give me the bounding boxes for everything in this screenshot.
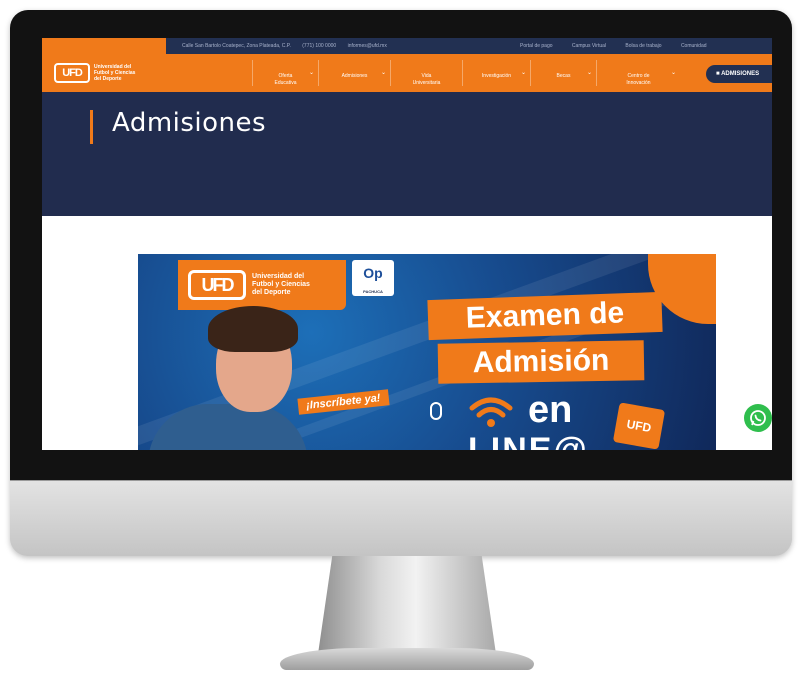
headline-line-4: LINE@: [468, 431, 589, 450]
partner-text: PACHUCA: [363, 289, 383, 294]
contact-info: Calle San Bartolo Coatepec, Zona Platead…: [182, 43, 397, 49]
quick-link-bolsa[interactable]: Bolsa de trabajo: [625, 43, 661, 49]
title-accent-bar: [90, 110, 93, 144]
wifi-icon: [469, 397, 513, 427]
chevron-down-icon: ⌄: [520, 70, 526, 76]
nav-label: Becas: [556, 73, 571, 79]
whatsapp-icon: [750, 410, 766, 426]
nav-label: Vida Universitaria: [412, 73, 441, 86]
headline-line-1: Examen de: [427, 291, 663, 341]
student-photo-hair: [208, 306, 298, 352]
nav-centro-innovacion[interactable]: Centro de Innovación ⌄: [596, 60, 680, 86]
banner-logo-mark: UFD: [188, 270, 246, 300]
nav-label: Investigación: [481, 73, 512, 79]
nav-vida-universitaria[interactable]: Vida Universitaria: [390, 60, 462, 86]
nav-label: Oferta Educativa: [274, 73, 297, 86]
nav-admisiones[interactable]: Admisiones ⌄: [318, 60, 390, 86]
address-text: Calle San Bartolo Coatepec, Zona Platead…: [182, 43, 291, 49]
logo-mark: UFD: [54, 63, 90, 83]
quick-link-pago[interactable]: Portal de pago: [520, 43, 553, 49]
quick-link-comunidad[interactable]: Comunidad: [681, 43, 707, 49]
device-mockup: Calle San Bartolo Coatepec, Zona Platead…: [0, 0, 798, 678]
chevron-down-icon: ⌄: [308, 70, 314, 76]
quick-links: Portal de pago Campus Virtual Bolsa de t…: [520, 43, 725, 49]
topbar-logo-tab: [42, 38, 166, 54]
banner-logo-text: Universidad del Futbol y Ciencias del De…: [252, 273, 310, 296]
chevron-down-icon: ⌄: [670, 70, 676, 76]
admisiones-button[interactable]: ■ ADMISIONES: [706, 65, 772, 83]
chevron-down-icon: ⌄: [586, 70, 592, 76]
contact-bar: Calle San Bartolo Coatepec, Zona Platead…: [42, 38, 772, 54]
email-link[interactable]: informes@ufd.mx: [348, 43, 387, 49]
partner-mark: Op: [363, 265, 383, 281]
site-logo[interactable]: UFD Universidad del Futbol y Ciencias de…: [54, 60, 164, 86]
phone-link[interactable]: (771) 100 0000: [302, 43, 336, 49]
banner-logo: UFD Universidad del Futbol y Ciencias de…: [178, 260, 346, 310]
page-header: Admisiones: [42, 92, 772, 216]
nav-investigacion[interactable]: Investigación ⌄: [462, 60, 530, 86]
banner-card-logo: UFD: [612, 402, 666, 450]
nav-label: Admisiones: [341, 73, 368, 79]
nav-oferta-educativa[interactable]: Oferta Educativa ⌄: [252, 60, 318, 86]
admission-exam-banner[interactable]: UFD Universidad del Futbol y Ciencias de…: [138, 254, 716, 450]
monitor-stand-base: [280, 648, 534, 670]
headline-line-3: en: [528, 389, 573, 431]
whatsapp-chat-button[interactable]: [744, 404, 772, 432]
logo-text: Universidad del Futbol y Ciencias del De…: [94, 64, 136, 82]
main-navigation: UFD Universidad del Futbol y Ciencias de…: [42, 54, 772, 92]
nav-label: Centro de Innovación: [626, 73, 651, 86]
partner-badge: Op PACHUCA: [352, 260, 394, 296]
nav-becas[interactable]: Becas ⌄: [530, 60, 596, 86]
mouse-icon: [430, 402, 442, 420]
admisiones-button-label: ADMISIONES: [721, 71, 760, 77]
monitor-stand-neck: [318, 556, 496, 654]
website-screen: Calle San Bartolo Coatepec, Zona Platead…: [42, 38, 772, 450]
headline-line-2: Admisión: [437, 340, 645, 384]
page-title: Admisiones: [112, 108, 267, 138]
chevron-down-icon: ⌄: [380, 70, 386, 76]
monitor-chin: [10, 480, 792, 556]
quick-link-campus[interactable]: Campus Virtual: [572, 43, 606, 49]
student-photo-body: [148, 404, 308, 450]
